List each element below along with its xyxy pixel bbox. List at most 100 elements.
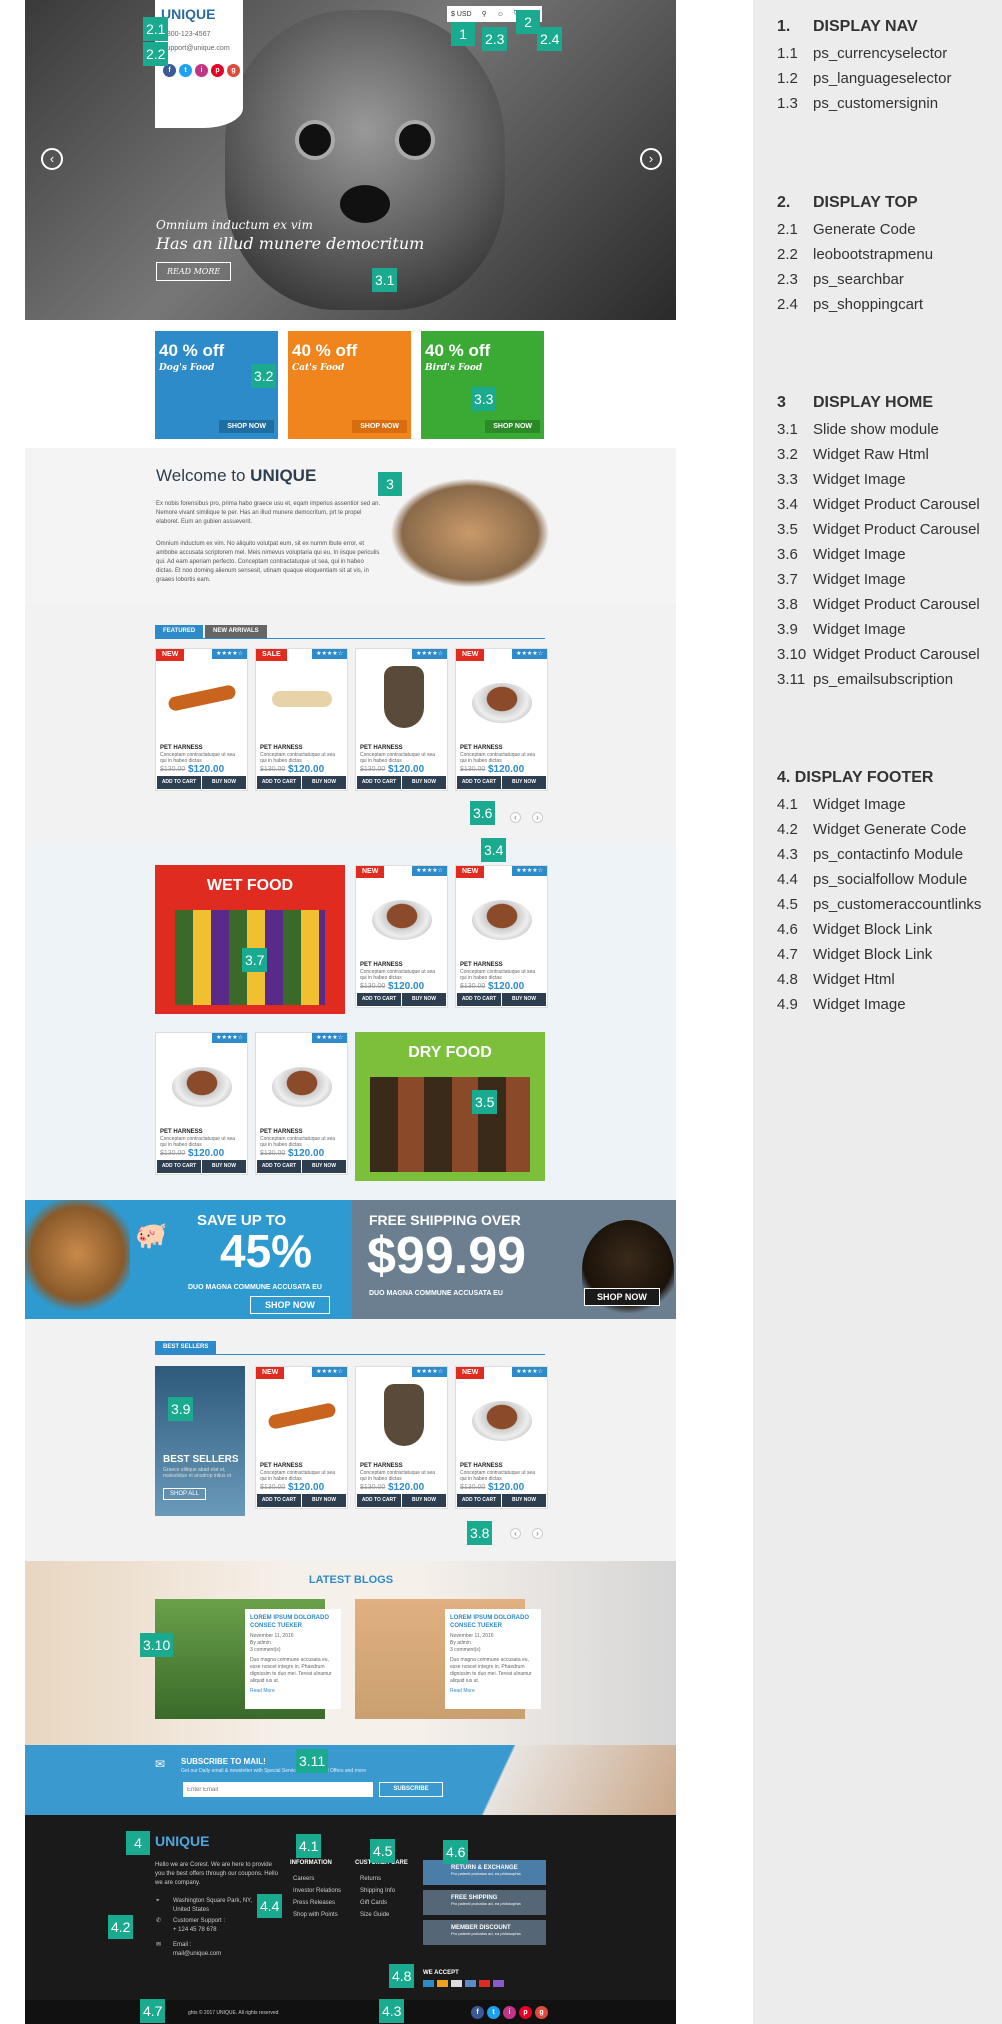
user-icon[interactable]: ☺ xyxy=(497,11,504,18)
product-image[interactable] xyxy=(262,1379,342,1451)
footer-link[interactable]: Shop with Points xyxy=(293,1911,338,1920)
shop-now-button[interactable]: SHOP NOW xyxy=(485,420,540,433)
product-image[interactable] xyxy=(462,661,542,733)
buy-now-button[interactable]: BUY NOW xyxy=(402,1494,446,1507)
product-card[interactable]: ★★★★☆ PET HARNESS Conceptam contractatuque… xyxy=(155,1032,248,1175)
shop-all-button[interactable]: SHOP ALL xyxy=(163,1488,206,1500)
free-shipping-box[interactable]: FREE SHIPPING Pro patenti probatus ad, ea… xyxy=(423,1890,546,1915)
search-icon[interactable]: ⚲ xyxy=(482,10,487,18)
product-image[interactable] xyxy=(262,661,342,733)
footer-link[interactable]: Investor Relations xyxy=(293,1887,341,1896)
buy-now-button[interactable]: BUY NOW xyxy=(202,1160,246,1173)
slider-next-icon[interactable]: › xyxy=(640,148,662,170)
buy-now-button[interactable]: BUY NOW xyxy=(202,776,246,789)
product-card[interactable]: NEW ★★★★☆ PET HARNESS Conceptam contractatu… xyxy=(455,865,548,1008)
buy-now-button[interactable]: BUY NOW xyxy=(502,993,546,1006)
product-name[interactable]: PET HARNESS xyxy=(260,745,303,751)
read-more-link[interactable]: Read More xyxy=(250,1688,336,1695)
return-exchange-box[interactable]: RETURN & EXCHANGE Pro patenti probatus ad… xyxy=(423,1860,546,1885)
product-name[interactable]: PET HARNESS xyxy=(260,1129,303,1135)
promo-cat-food[interactable]: 40 % off Cat's Food SHOP NOW xyxy=(288,331,411,439)
carousel-next-icon[interactable]: › xyxy=(532,1528,543,1539)
slider-prev-icon[interactable]: ‹ xyxy=(41,148,63,170)
dry-food-banner[interactable]: DRY FOOD xyxy=(355,1032,545,1181)
pinterest-icon[interactable]: p xyxy=(211,64,224,77)
blog-title[interactable]: LOREM IPSUM DOLORADO CONSEC TUEKER xyxy=(450,1614,536,1630)
buy-now-button[interactable]: BUY NOW xyxy=(502,776,546,789)
buy-now-button[interactable]: BUY NOW xyxy=(302,1494,346,1507)
carousel-next-icon[interactable]: › xyxy=(532,812,543,823)
product-image[interactable] xyxy=(362,1379,442,1451)
email-input[interactable] xyxy=(183,1782,373,1797)
product-name[interactable]: PET HARNESS xyxy=(360,745,403,751)
product-card[interactable]: SALE ★★★★☆ PET HARNESS Conceptam contractat… xyxy=(255,648,348,791)
blog-title[interactable]: LOREM IPSUM DOLORADO CONSEC TUEKER xyxy=(250,1614,336,1630)
free-shipping-banner[interactable]: FREE SHIPPING OVER $99.99 DUO MAGNA COMM… xyxy=(352,1200,676,1319)
add-to-cart-button[interactable]: ADD TO CART xyxy=(357,1494,401,1507)
add-to-cart-button[interactable]: ADD TO CART xyxy=(257,776,301,789)
blog-card-1[interactable]: LOREM IPSUM DOLORADO CONSEC TUEKER Novem… xyxy=(155,1599,341,1719)
add-to-cart-button[interactable]: ADD TO CART xyxy=(457,1494,501,1507)
add-to-cart-button[interactable]: ADD TO CART xyxy=(257,1160,301,1173)
product-card[interactable]: NEW ★★★★☆ PET HARNESS Conceptam contractatu… xyxy=(355,865,448,1008)
footer-link[interactable]: Returns xyxy=(360,1875,381,1884)
tab-best-sellers[interactable]: BEST SELLERS xyxy=(155,1341,217,1354)
product-name[interactable]: PET HARNESS xyxy=(460,745,503,751)
logo[interactable]: UNIQUE xyxy=(161,6,243,22)
carousel-prev-icon[interactable]: ‹ xyxy=(510,1528,521,1539)
product-name[interactable]: PET HARNESS xyxy=(360,962,403,968)
add-to-cart-button[interactable]: ADD TO CART xyxy=(457,776,501,789)
save-banner[interactable]: 🐖 SAVE UP TO 45% DUO MAGNA COMMUNE ACCUS… xyxy=(25,1200,352,1319)
best-sellers-banner[interactable]: BEST SELLERS Graece ulitique abad elat e… xyxy=(155,1366,245,1516)
product-image[interactable] xyxy=(162,661,242,733)
pinterest-icon[interactable]: p xyxy=(519,2006,532,2019)
add-to-cart-button[interactable]: ADD TO CART xyxy=(157,1160,201,1173)
footer-link[interactable]: Careers xyxy=(293,1875,314,1884)
subscribe-button[interactable]: SUBSCRIBE xyxy=(379,1782,443,1797)
read-more-button[interactable]: READ MORE xyxy=(156,262,232,281)
instagram-icon[interactable]: i xyxy=(195,64,208,77)
product-image[interactable] xyxy=(362,878,442,950)
google-plus-icon[interactable]: g xyxy=(535,2006,548,2019)
shop-now-button[interactable]: SHOP NOW xyxy=(584,1288,660,1306)
product-name[interactable]: PET HARNESS xyxy=(160,745,203,751)
product-card[interactable]: NEW ★★★★☆ PET HARNESS Conceptam contractatu… xyxy=(255,1366,348,1509)
product-image[interactable] xyxy=(162,1045,242,1117)
instagram-icon[interactable]: i xyxy=(503,2006,516,2019)
twitter-icon[interactable]: t xyxy=(487,2006,500,2019)
product-card[interactable]: NEW ★★★★☆ PET HARNESS Conceptam contractatu… xyxy=(155,648,248,791)
wet-food-banner[interactable]: WET FOOD xyxy=(155,865,345,1014)
tab-featured[interactable]: FEATURED xyxy=(155,625,204,638)
add-to-cart-button[interactable]: ADD TO CART xyxy=(457,993,501,1006)
shop-now-button[interactable]: SHOP NOW xyxy=(352,420,407,433)
product-card[interactable]: ★★★★☆ PET HARNESS Conceptam contractatuque… xyxy=(355,1366,448,1509)
add-to-cart-button[interactable]: ADD TO CART xyxy=(357,776,401,789)
footer-link[interactable]: Shipping Info xyxy=(360,1887,395,1896)
add-to-cart-button[interactable]: ADD TO CART xyxy=(257,1494,301,1507)
buy-now-button[interactable]: BUY NOW xyxy=(402,776,446,789)
blog-card-2[interactable]: LOREM IPSUM DOLORADO CONSEC TUEKER Novem… xyxy=(355,1599,541,1719)
google-plus-icon[interactable]: g xyxy=(227,64,240,77)
product-card[interactable]: ★★★★☆ PET HARNESS Conceptam contractatuque… xyxy=(255,1032,348,1175)
product-image[interactable] xyxy=(462,1379,542,1451)
product-card[interactable]: NEW ★★★★☆ PET HARNESS Conceptam contractatu… xyxy=(455,648,548,791)
facebook-icon[interactable]: f xyxy=(471,2006,484,2019)
promo-bird-food[interactable]: 40 % off Bird's Food SHOP NOW xyxy=(421,331,544,439)
footer-logo[interactable]: UNIQUE xyxy=(155,1833,209,1849)
footer-link[interactable]: Gift Cards xyxy=(360,1899,387,1908)
product-image[interactable] xyxy=(462,878,542,950)
add-to-cart-button[interactable]: ADD TO CART xyxy=(357,993,401,1006)
member-discount-box[interactable]: MEMBER DISCOUNT Pro patenti probatus ad, … xyxy=(423,1920,546,1945)
tab-new-arrivals[interactable]: NEW ARRIVALS xyxy=(205,625,267,638)
product-name[interactable]: PET HARNESS xyxy=(360,1463,403,1469)
footer-link[interactable]: Size Guide xyxy=(360,1911,389,1920)
buy-now-button[interactable]: BUY NOW xyxy=(302,1160,346,1173)
twitter-icon[interactable]: t xyxy=(179,64,192,77)
header-email[interactable]: support@unique.com xyxy=(163,42,243,56)
shop-now-button[interactable]: SHOP NOW xyxy=(219,420,274,433)
currency-selector[interactable]: $ USD xyxy=(451,11,472,18)
buy-now-button[interactable]: BUY NOW xyxy=(502,1494,546,1507)
product-card[interactable]: NEW ★★★★☆ PET HARNESS Conceptam contractatu… xyxy=(455,1366,548,1509)
carousel-prev-icon[interactable]: ‹ xyxy=(510,812,521,823)
product-card[interactable]: ★★★★☆ PET HARNESS Conceptam contractatuque… xyxy=(355,648,448,791)
